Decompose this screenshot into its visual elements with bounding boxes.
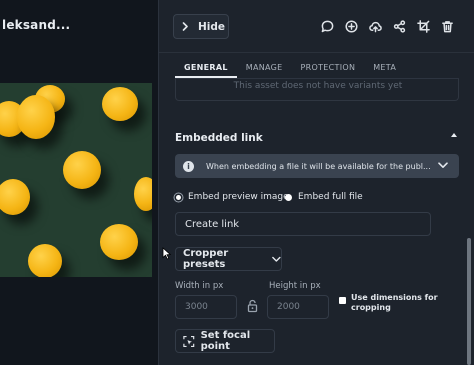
radio-unselected[interactable] (285, 193, 292, 201)
hide-button[interactable]: Hide (173, 14, 229, 39)
asset-image[interactable] (0, 83, 152, 277)
tab-protection[interactable]: PROTECTION (292, 58, 365, 78)
lemon (0, 179, 30, 215)
tab-general[interactable]: GENERAL (175, 58, 237, 78)
details-panel: Hide GENERAL MANAGE PROTECTION META This… (158, 0, 474, 365)
lock-icon[interactable] (247, 299, 258, 313)
lemon (134, 177, 152, 211)
mouse-cursor-icon (162, 247, 171, 260)
variants-box: This asset does not have variants yet (175, 79, 459, 101)
use-dimensions-label[interactable]: Use dimensions for cropping (351, 293, 451, 313)
height-input[interactable]: 2000 (267, 295, 329, 319)
preview-area: leksand... (0, 0, 158, 365)
cropper-presets-label: Cropper presets (183, 248, 229, 270)
hide-button-label: Hide (198, 20, 226, 33)
focal-point-icon (183, 335, 195, 347)
embed-info-bar[interactable]: i When embedding a file it will be avail… (175, 154, 459, 178)
height-label: Height in px (269, 281, 321, 291)
toolbar-icons (319, 17, 455, 35)
comment-icon[interactable] (319, 17, 335, 35)
use-dimensions-checkbox[interactable] (339, 297, 346, 304)
embedded-link-title: Embedded link (175, 132, 263, 144)
scrollbar-thumb[interactable] (467, 238, 471, 365)
set-focal-point-button[interactable]: Set focal point (175, 329, 275, 353)
radio-selected[interactable] (176, 194, 181, 200)
trash-icon[interactable] (439, 17, 455, 35)
asset-title: leksand... (2, 18, 71, 32)
app-root: leksand... Hide GENERAL MANAGE PROTECTIO… (0, 0, 474, 365)
chevron-down-icon (272, 256, 281, 262)
lemon (28, 244, 62, 277)
embed-info-text: When embedding a file it will be availab… (206, 161, 431, 171)
lemon (63, 151, 101, 189)
add-icon[interactable] (343, 17, 359, 35)
lemon (102, 87, 138, 121)
embed-option-full-label: Embed full file (298, 192, 363, 202)
tab-meta[interactable]: META (364, 58, 405, 78)
crop-icon[interactable] (415, 17, 431, 35)
share-icon[interactable] (391, 17, 407, 35)
embed-option-preview[interactable]: Embed preview image (175, 192, 289, 202)
lemon (17, 95, 55, 139)
create-link-button[interactable]: Create link (175, 212, 431, 236)
chevron-right-icon (182, 22, 188, 31)
collapse-caret-icon[interactable] (451, 133, 457, 137)
create-link-label: Create link (185, 218, 240, 230)
cloud-upload-icon[interactable] (367, 17, 383, 35)
set-focal-point-label: Set focal point (200, 330, 251, 352)
embed-option-full[interactable]: Embed full file (285, 192, 363, 202)
tab-bar: GENERAL MANAGE PROTECTION META (175, 58, 405, 78)
width-input[interactable]: 3000 (175, 295, 237, 319)
width-label: Width in px (175, 281, 224, 291)
toolbar-divider (159, 52, 474, 53)
info-icon: i (183, 160, 194, 172)
embed-option-preview-label: Embed preview image (188, 192, 289, 202)
variants-empty-text: This asset does not have variants yet (233, 81, 403, 91)
lemon (100, 224, 138, 260)
chevron-down-icon[interactable] (438, 162, 448, 169)
tab-manage[interactable]: MANAGE (237, 58, 292, 78)
cropper-presets-dropdown[interactable]: Cropper presets (175, 247, 282, 271)
